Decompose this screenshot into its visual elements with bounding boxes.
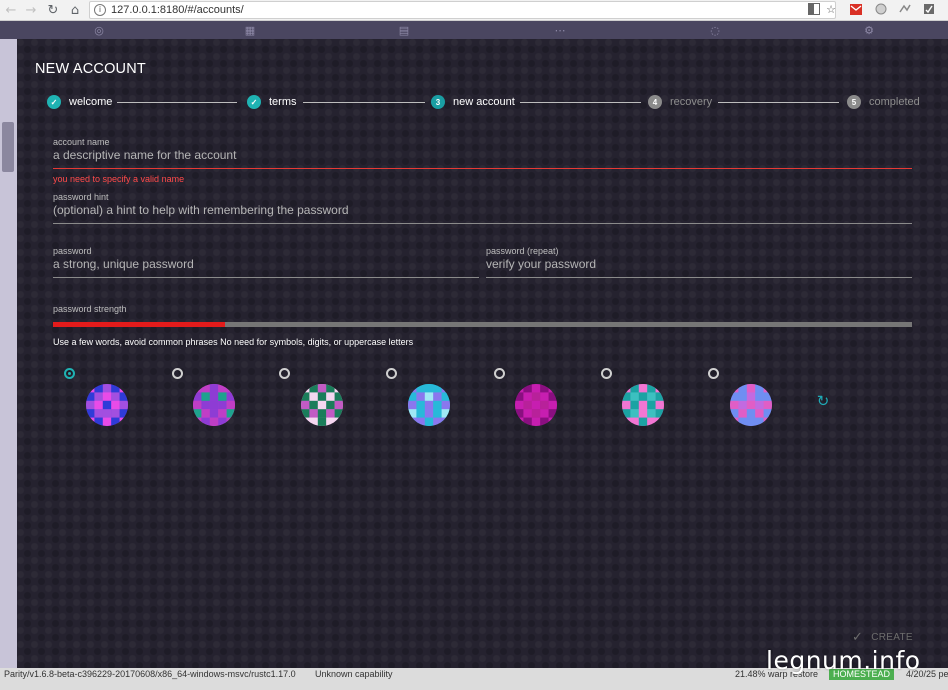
identicon-avatar[interactable] — [515, 384, 557, 426]
identicon-avatar[interactable] — [193, 384, 235, 426]
identicon-radio[interactable] — [64, 368, 75, 379]
step-connector — [520, 102, 641, 103]
step-new-account: 3 new account — [431, 94, 515, 110]
new-account-dialog: NEW ACCOUNT ✓ welcome ✓ terms 3 new acco… — [17, 39, 948, 668]
identicon-radio[interactable] — [172, 368, 183, 379]
translate-icon[interactable] — [806, 1, 822, 17]
step-number: 5 — [847, 95, 861, 109]
step-connector — [117, 102, 237, 103]
home-button[interactable]: ⌂ — [66, 0, 84, 20]
settings-nav-icon[interactable]: ⚙ — [862, 24, 876, 37]
back-button[interactable]: ← — [2, 0, 20, 20]
reload-icon: ↻ — [47, 2, 59, 18]
browser-toolbar: ← → ↻ ⌂ i 127.0.0.1:8180/#/accounts/ ☆ — [0, 0, 948, 21]
step-label: welcome — [69, 96, 113, 108]
identicon-selector: ↻ — [17, 366, 948, 426]
identicon-avatar[interactable] — [301, 384, 343, 426]
password-strength-fill — [53, 322, 225, 327]
check-icon: ✓ — [852, 629, 864, 645]
identicon-radio[interactable] — [708, 368, 719, 379]
addresses-nav-icon[interactable]: ▤ — [397, 24, 411, 37]
identicon-avatar[interactable] — [730, 384, 772, 426]
input-underline — [53, 223, 912, 224]
dialog-title: NEW ACCOUNT — [35, 61, 146, 77]
parity-logo-icon[interactable]: ◎ — [92, 24, 106, 37]
password-hint-input[interactable] — [53, 201, 912, 219]
step-completed: 5 completed — [847, 94, 920, 110]
back-arrow-icon: ← — [5, 2, 17, 18]
refresh-icon[interactable]: ↻ — [815, 393, 831, 409]
contracts-nav-icon[interactable]: ◌ — [708, 24, 722, 37]
identicon-avatar[interactable] — [408, 384, 450, 426]
address-url: 127.0.0.1:8180/#/accounts/ — [111, 4, 244, 16]
scrollbar[interactable] — [2, 122, 14, 172]
step-label: recovery — [670, 96, 713, 108]
app-navbar: ◎ ▦ ▤ ⋯ ◌ ⚙ — [0, 21, 948, 39]
identicon-radio[interactable] — [279, 368, 290, 379]
accounts-nav-icon[interactable]: ▦ — [243, 24, 257, 37]
create-button[interactable]: ✓ CREATE — [852, 629, 913, 645]
forward-button[interactable]: → — [22, 0, 40, 20]
step-welcome: ✓ welcome — [47, 94, 112, 110]
create-button-label: CREATE — [871, 631, 913, 643]
forward-arrow-icon: → — [25, 2, 37, 18]
step-connector — [303, 102, 425, 103]
account-name-error: you need to specify a valid name — [53, 174, 185, 184]
input-underline — [486, 277, 912, 278]
password-strength-label: password strength — [53, 304, 127, 314]
step-label: terms — [269, 96, 297, 108]
check-icon: ✓ — [247, 95, 261, 109]
extension-icon-3[interactable] — [921, 1, 937, 17]
input-underline — [53, 168, 912, 169]
extension-icon-2[interactable] — [897, 1, 913, 17]
capability-text: Unknown capability — [315, 669, 393, 679]
password-repeat-input[interactable] — [486, 255, 912, 273]
apps-nav-icon[interactable]: ⋯ — [553, 24, 567, 37]
app-background-left — [0, 39, 17, 669]
mail-icon[interactable] — [848, 1, 864, 17]
step-connector — [718, 102, 839, 103]
password-strength-bar — [53, 322, 912, 327]
password-repeat-field: password (repeat) — [486, 246, 912, 280]
step-number: 4 — [648, 95, 662, 109]
step-label: new account — [453, 96, 515, 108]
step-label: completed — [869, 96, 920, 108]
identicon-radio[interactable] — [386, 368, 397, 379]
step-number: 3 — [431, 95, 445, 109]
account-name-field: account name you need to specify a valid… — [53, 137, 912, 187]
version-text: Parity/v1.6.8-beta-c396229-20170608/x86_… — [4, 669, 296, 679]
star-icon[interactable]: ☆ — [823, 1, 839, 17]
identicon-avatar[interactable] — [622, 384, 664, 426]
password-field: password — [53, 246, 479, 280]
check-icon: ✓ — [47, 95, 61, 109]
extension-icon[interactable] — [873, 1, 889, 17]
password-strength-hint: Use a few words, avoid common phrases No… — [53, 337, 414, 347]
site-info-icon[interactable]: i — [94, 4, 106, 16]
reload-button[interactable]: ↻ — [44, 0, 62, 20]
input-underline — [53, 277, 479, 278]
home-icon: ⌂ — [70, 2, 80, 18]
identicon-radio[interactable] — [494, 368, 505, 379]
identicon-avatar[interactable] — [86, 384, 128, 426]
password-input[interactable] — [53, 255, 479, 273]
password-hint-field: password hint — [53, 192, 912, 226]
step-recovery: 4 recovery — [648, 94, 712, 110]
step-terms: ✓ terms — [247, 94, 297, 110]
address-bar[interactable]: i 127.0.0.1:8180/#/accounts/ — [89, 1, 836, 19]
identicon-radio[interactable] — [601, 368, 612, 379]
account-name-input[interactable] — [53, 146, 912, 164]
watermark: legnum.info — [766, 646, 921, 675]
stepper: ✓ welcome ✓ terms 3 new account 4 recove… — [17, 94, 948, 110]
